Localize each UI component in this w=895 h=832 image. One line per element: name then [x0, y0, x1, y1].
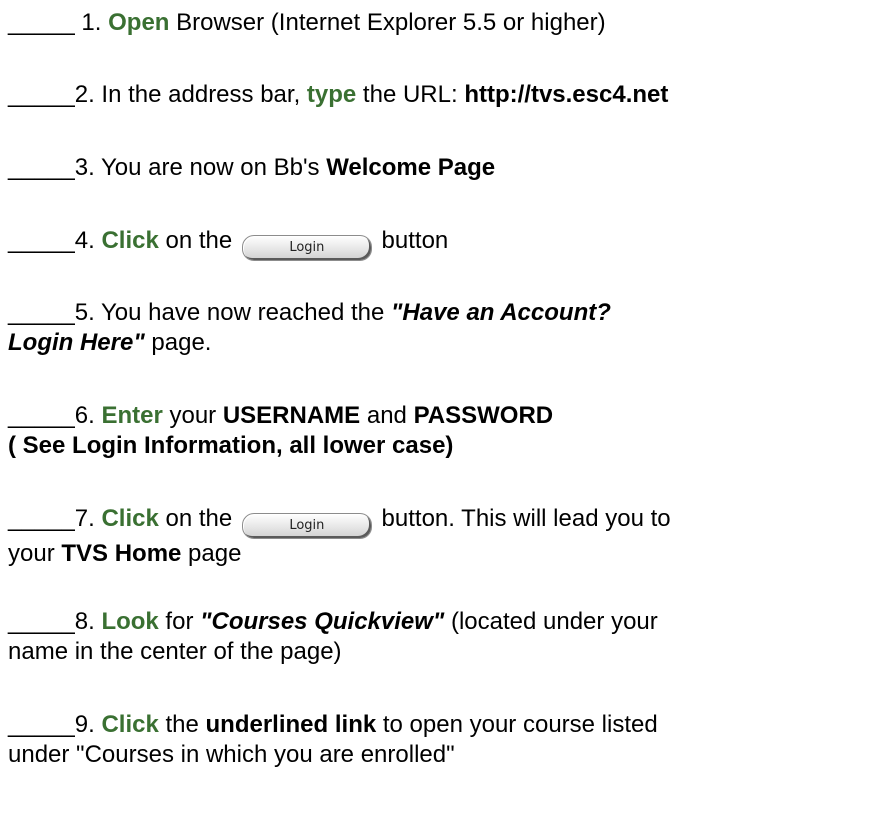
step-3: _____3. You are now on Bb's Welcome Page	[8, 153, 495, 183]
step-text: Browser (Internet Explorer 5.5 or higher…	[169, 9, 606, 36]
step-5: _____5. You have now reached the "Have a…	[8, 298, 611, 358]
action-verb: Open	[108, 9, 170, 36]
action-verb: Click	[101, 227, 159, 254]
step-text: on the	[158, 227, 239, 254]
page-name-line2: Login Here"	[8, 329, 145, 356]
tvs-home-label: TVS Home	[61, 540, 182, 567]
username-label: USERNAME	[222, 402, 361, 429]
checkbox-blank: _____	[8, 402, 75, 429]
password-label: PASSWORD	[413, 402, 554, 429]
step-text: name in the center of the page)	[8, 638, 342, 665]
step-text: your	[162, 402, 223, 429]
step-text: to open your course listed	[376, 711, 658, 738]
step-text: (located under your	[444, 608, 658, 635]
step-text: the URL:	[356, 81, 465, 108]
checkbox-blank: _____	[8, 227, 75, 254]
step-7: _____7. Click on the Login button. This …	[8, 504, 671, 569]
step-text: button. This will lead you to	[374, 505, 671, 532]
action-verb: Look	[101, 608, 159, 635]
step-number: 6.	[74, 402, 102, 429]
step-text: for	[158, 608, 201, 635]
step-4: _____4. Click on the Login button	[8, 226, 448, 261]
step-text: page	[181, 540, 242, 567]
step-9: _____9. Click the underlined link to ope…	[8, 710, 658, 770]
step-text: 2. In the address bar,	[74, 81, 307, 108]
action-verb: Enter	[101, 402, 163, 429]
step-number: 4.	[74, 227, 102, 254]
login-button[interactable]: Login	[241, 513, 372, 539]
checkbox-blank: _____	[8, 154, 75, 181]
step-text: your	[8, 540, 62, 567]
courses-quickview-label: "Courses Quickview"	[200, 608, 445, 635]
step-text: under "Courses in which you are enrolled…	[8, 741, 455, 768]
step-text: button	[374, 227, 449, 254]
checkbox-blank: _____	[8, 81, 75, 108]
step-number: 8.	[74, 608, 102, 635]
checkbox-blank: _____	[8, 505, 75, 532]
step-number: 9.	[74, 711, 102, 738]
action-verb: type	[306, 81, 357, 108]
checkbox-blank: _____	[8, 608, 75, 635]
step-6: _____6. Enter your USERNAME and PASSWORD…	[8, 401, 553, 461]
page-name-line1: "Have an Account?	[391, 299, 611, 326]
action-verb: Click	[101, 505, 159, 532]
step-number: 7.	[74, 505, 102, 532]
checkbox-blank: _____	[8, 299, 75, 326]
welcome-page-label: Welcome Page	[326, 154, 496, 181]
step-1: _____ 1. Open Browser (Internet Explorer…	[8, 8, 606, 38]
action-verb: Click	[101, 711, 159, 738]
step-number: 1.	[74, 9, 109, 36]
underlined-link-label: underlined link	[205, 711, 377, 738]
login-button[interactable]: Login	[241, 235, 372, 261]
step-text: on the	[158, 505, 239, 532]
url-text: http://tvs.esc4.net	[464, 81, 669, 108]
login-info-note: ( See Login Information, all lower case)	[8, 432, 454, 459]
step-text: the	[158, 711, 206, 738]
step-2: _____2. In the address bar, type the URL…	[8, 80, 668, 110]
step-text: and	[360, 402, 414, 429]
step-text: 5. You have now reached the	[74, 299, 392, 326]
step-text: 3. You are now on Bb's	[74, 154, 327, 181]
checkbox-blank: _____	[8, 9, 75, 36]
step-8: _____8. Look for "Courses Quickview" (lo…	[8, 607, 658, 667]
step-text: page.	[144, 329, 212, 356]
checkbox-blank: _____	[8, 711, 75, 738]
